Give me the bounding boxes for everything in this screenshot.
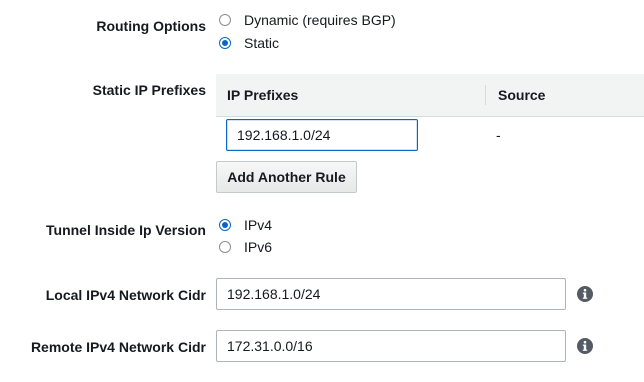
radio-ipv6[interactable] (219, 241, 231, 253)
add-another-rule-button[interactable]: Add Another Rule (216, 161, 357, 193)
remote-ipv4-network-cidr-input[interactable]: 172.31.0.0/16 (216, 330, 566, 362)
radio-ipv4[interactable] (219, 219, 231, 231)
routing-option-dynamic[interactable]: Dynamic (requires BGP) (219, 12, 396, 28)
radio-static-label: Static (244, 35, 280, 51)
radio-ipv6-label: IPv6 (244, 239, 273, 255)
remote-ipv4-network-cidr-label: Remote IPv4 Network Cidr (30, 339, 206, 355)
radio-dynamic-label: Dynamic (requires BGP) (244, 12, 396, 28)
info-icon[interactable] (577, 338, 593, 354)
table-row: 192.168.1.0/24 - (216, 116, 644, 154)
local-ipv4-network-cidr-input[interactable]: 192.168.1.0/24 (216, 278, 566, 310)
static-ip-prefixes-label: Static IP Prefixes (92, 82, 206, 98)
column-divider (485, 85, 486, 105)
local-ipv4-network-cidr-label: Local IPv4 Network Cidr (45, 287, 206, 303)
radio-dynamic[interactable] (219, 14, 231, 26)
radio-ipv4-label: IPv4 (244, 217, 273, 233)
routing-option-static[interactable]: Static (219, 35, 279, 51)
table-header: IP Prefixes Source (216, 74, 644, 117)
source-cell: - (496, 127, 501, 143)
tunnel-inside-ip-version-label: Tunnel Inside Ip Version (46, 222, 206, 238)
ip-version-option-ipv6[interactable]: IPv6 (219, 239, 272, 255)
column-header-source: Source (498, 87, 546, 103)
column-header-ip-prefixes: IP Prefixes (227, 87, 299, 103)
radio-static[interactable] (219, 37, 231, 49)
ip-prefix-input[interactable]: 192.168.1.0/24 (226, 119, 418, 151)
ip-prefixes-table: IP Prefixes Source 192.168.1.0/24 - (216, 74, 644, 154)
info-icon[interactable] (577, 286, 593, 302)
ip-version-option-ipv4[interactable]: IPv4 (219, 217, 272, 233)
routing-options-label: Routing Options (96, 18, 206, 34)
